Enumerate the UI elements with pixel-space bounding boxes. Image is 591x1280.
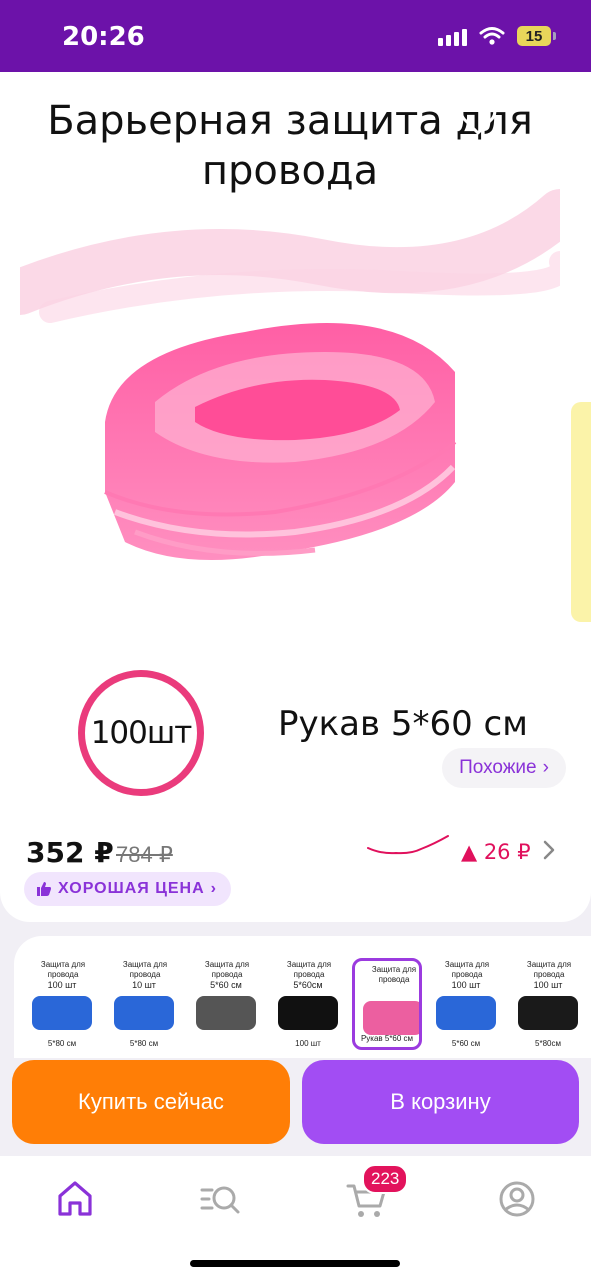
thumbnail-caption: Защита для провода xyxy=(526,960,572,979)
thumbnail-caption: Защита для провода xyxy=(122,960,168,979)
action-buttons: Купить сейчас В корзину xyxy=(0,1058,591,1158)
thumbnail-size: 5*80см xyxy=(535,1039,561,1048)
product-thumbnail[interactable]: Защита для провода 100 шт 5*80 см xyxy=(24,956,100,1052)
share-icon[interactable] xyxy=(535,96,571,138)
thumbnail-product-shape xyxy=(518,996,578,1030)
thumbnail-strip[interactable]: Защита для провода 100 шт 5*80 см Защита дл… xyxy=(14,936,591,1058)
thumbnail-size: 5*80 см xyxy=(129,1039,159,1048)
wifi-icon xyxy=(479,27,505,45)
thumbnail-qty: 100 шт xyxy=(533,980,563,990)
add-to-cart-button[interactable]: В корзину xyxy=(302,1060,579,1144)
product-thumbnail[interactable]: Защита для провода 100 шт 5*60 см xyxy=(428,956,504,1052)
good-price-label: ХОРОШАЯ ЦЕНА xyxy=(58,880,205,897)
home-icon[interactable] xyxy=(50,1174,100,1224)
thumbnail-caption: Защита для провода xyxy=(286,960,332,979)
thumbnail-size: 5*80 см xyxy=(47,1039,77,1048)
thumbnail-qty: 10 шт xyxy=(132,980,156,990)
battery-indicator: 15 xyxy=(517,26,556,46)
price-change: ▲ 26 ₽ xyxy=(461,840,531,864)
size-label: Рукав 5*60 см xyxy=(278,704,528,744)
product-thumbnail[interactable]: Защита для провода 100 шт 5*80см xyxy=(510,956,586,1052)
thumbnail-caption: Защита для провода xyxy=(444,960,490,979)
catalog-search-icon[interactable] xyxy=(196,1174,246,1224)
home-indicator xyxy=(190,1260,400,1267)
chevron-right-icon[interactable] xyxy=(538,838,558,862)
thumbnail-size: Рукав 5*60 см xyxy=(360,1034,414,1043)
similar-label: Похожие xyxy=(459,757,537,778)
next-image-peek xyxy=(571,402,591,622)
product-card: Барьерная защита для провода 100шт Рукав… xyxy=(0,72,591,922)
good-price-badge[interactable]: ХОРОШАЯ ЦЕНА › xyxy=(24,872,231,906)
price-trend-icon xyxy=(367,835,449,855)
count-circle-label: 100шт xyxy=(78,670,204,796)
profile-icon[interactable] xyxy=(492,1174,542,1224)
product-thumbnail[interactable]: Защита для провода 5*60см 100 шт xyxy=(270,956,346,1052)
thumbnail-caption: Защита для провода xyxy=(204,960,250,979)
product-thumbnail[interactable]: Защита для провода 10 шт 5*80 см xyxy=(106,956,182,1052)
old-price: 784 ₽ xyxy=(116,842,173,867)
thumbnail-size: 5*60 см xyxy=(451,1039,481,1048)
thumbnail-product-shape xyxy=(278,996,338,1030)
thumbnail-product-shape xyxy=(114,996,174,1030)
price-row[interactable]: 352 ₽ 784 ₽ ▲ 26 ₽ xyxy=(26,832,566,872)
status-bar: 20:26 15 xyxy=(0,0,591,72)
chevron-right-icon: › xyxy=(542,757,549,778)
status-time: 20:26 xyxy=(62,22,145,52)
buy-now-button[interactable]: Купить сейчас xyxy=(12,1060,290,1144)
thumbnail-size: 100 шт xyxy=(295,1039,321,1048)
thumbnail-caption: Защита для провода xyxy=(40,960,86,979)
pink-sleeve-roll-illustration xyxy=(104,323,457,560)
thumbnail-product-shape xyxy=(436,996,496,1030)
favorite-heart-icon[interactable] xyxy=(458,98,498,138)
product-thumbnail[interactable]: Защита для провода Рукав 5*60 см xyxy=(352,958,422,1050)
thumbs-up-icon xyxy=(37,882,51,896)
status-icons: 15 xyxy=(438,26,556,46)
thumbnail-product-shape xyxy=(196,996,256,1030)
thumbnail-caption: Защита для провода xyxy=(371,965,417,984)
cellular-signal-icon xyxy=(438,26,467,46)
thumbnail-qty: 5*60см xyxy=(293,980,323,990)
cart-count-badge: 223 xyxy=(362,1164,409,1194)
thumbnail-product-shape xyxy=(363,1001,419,1035)
thumbnail-qty: 5*60 см xyxy=(210,980,242,990)
thumbnail-qty: 100 шт xyxy=(47,980,77,990)
current-price: 352 ₽ xyxy=(26,836,114,869)
thumbnail-product-shape xyxy=(32,996,92,1030)
back-chevron-icon[interactable] xyxy=(20,96,60,136)
product-image[interactable]: Барьерная защита для провода 100шт Рукав… xyxy=(0,72,591,812)
similar-button[interactable]: Похожие › xyxy=(442,748,566,788)
chevron-right-icon: › xyxy=(210,880,217,897)
thumbnail-qty: 100 шт xyxy=(451,980,481,990)
product-thumbnail[interactable]: Защита для провода 5*60 см xyxy=(188,956,264,1052)
